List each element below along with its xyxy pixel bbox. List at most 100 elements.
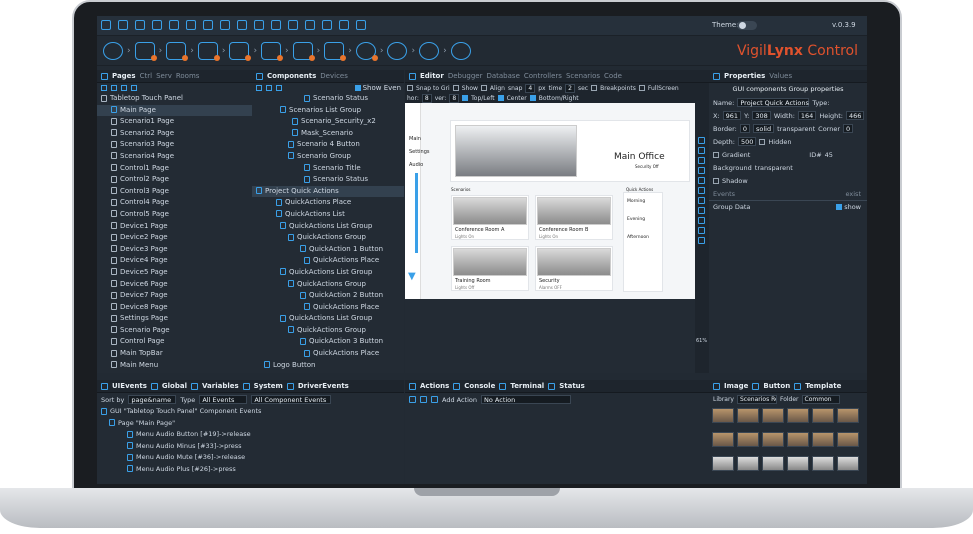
action-select[interactable]: No Action	[481, 395, 572, 404]
tool-6-icon[interactable]	[698, 187, 705, 194]
build-step-icon[interactable]	[355, 42, 378, 61]
page-item[interactable]: Control Page	[97, 336, 252, 348]
tool-8-icon[interactable]	[698, 207, 705, 214]
event-item[interactable]: Menu Audio Minus [#33]->press	[97, 441, 404, 453]
tool-1-icon[interactable]	[698, 137, 705, 144]
component-item[interactable]: QuickActions Place	[252, 255, 404, 267]
link-step-icon[interactable]	[324, 42, 347, 61]
room-card[interactable]: Security Alarms OFF	[535, 246, 613, 291]
page-item[interactable]: Main Page	[97, 104, 252, 117]
gui-step-icon[interactable]	[292, 42, 315, 61]
page-item[interactable]: Scenario4 Page	[97, 151, 252, 163]
show-group-checkbox[interactable]	[836, 204, 843, 210]
component-item[interactable]: Scenario 4 Button	[252, 139, 404, 151]
page-item[interactable]: Scenario2 Page	[97, 128, 252, 140]
page-item[interactable]: Control4 Page	[97, 197, 252, 209]
room-card[interactable]: Conference Room A Lights On	[451, 195, 529, 240]
page-item[interactable]: Control2 Page	[97, 174, 252, 186]
library-thumbnail[interactable]	[737, 432, 759, 447]
library-thumbnail[interactable]	[762, 408, 784, 423]
tab-properties[interactable]: Properties	[724, 72, 765, 80]
delete-page-icon[interactable]	[121, 85, 127, 91]
tool-9-icon[interactable]	[698, 217, 705, 224]
component-item[interactable]: QuickActions List Group	[252, 221, 404, 233]
library-thumbnail[interactable]	[787, 432, 809, 447]
add-action-button[interactable]: Add Action	[442, 396, 477, 404]
border-style-select[interactable]: solid	[753, 124, 775, 133]
center-checkbox[interactable]	[497, 95, 504, 101]
library-select[interactable]: Scenarios Ro	[736, 395, 777, 404]
component-item[interactable]: QuickActions Place	[252, 302, 404, 314]
page-item[interactable]: Main TopBar	[97, 348, 252, 360]
tab-debugger[interactable]: Debugger	[448, 72, 483, 80]
page-item[interactable]: Control3 Page	[97, 186, 252, 198]
component-item[interactable]: QuickAction 3 Button	[252, 336, 404, 348]
background-select[interactable]: transparent	[755, 164, 793, 172]
export-icon[interactable]	[186, 20, 196, 30]
page-item[interactable]: Scenario3 Page	[97, 139, 252, 151]
component-item[interactable]: QuickActions Group	[252, 232, 404, 244]
tab-system[interactable]: System	[254, 382, 283, 390]
tab-driverevents[interactable]: DriverEvents	[298, 382, 349, 390]
tab-controllers[interactable]: Controllers	[524, 72, 562, 80]
driver-step-icon[interactable]	[197, 42, 220, 61]
y-input[interactable]: 308	[752, 111, 771, 120]
event-item[interactable]: Menu Audio Button [#19]->release	[97, 429, 404, 441]
page-item[interactable]: Device7 Page	[97, 290, 252, 302]
tab-status[interactable]: Status	[559, 382, 585, 390]
add-component-icon[interactable]	[256, 85, 262, 91]
page-item[interactable]: Device4 Page	[97, 255, 252, 267]
copy-page-icon[interactable]	[111, 85, 117, 91]
tool-4-icon[interactable]	[698, 167, 705, 174]
download-icon[interactable]	[339, 20, 349, 30]
library-thumbnail[interactable]	[737, 456, 759, 471]
tab-console[interactable]: Console	[464, 382, 495, 390]
library-thumbnail[interactable]	[712, 408, 734, 423]
show-events-checkbox[interactable]	[354, 85, 361, 91]
component-item[interactable]: Project Quick Actions	[252, 185, 404, 198]
open-icon[interactable]	[135, 20, 145, 30]
time-input[interactable]: 2	[565, 83, 575, 93]
bottom-right-checkbox[interactable]	[529, 95, 536, 101]
component-filter-select[interactable]: All Component Events	[251, 395, 332, 404]
save-icon[interactable]	[152, 20, 162, 30]
component-item[interactable]: Scenarios List Group	[252, 105, 404, 117]
library-thumbnail[interactable]	[762, 432, 784, 447]
event-item[interactable]: Menu Audio Plus [#26]->press	[97, 464, 404, 476]
library-thumbnail[interactable]	[837, 432, 859, 447]
tab-image[interactable]: Image	[724, 382, 748, 390]
tab-rooms[interactable]: Rooms	[176, 72, 200, 80]
upload-step-icon[interactable]	[419, 42, 440, 60]
home-icon[interactable]	[101, 20, 111, 30]
name-input[interactable]: Project Quick Actions	[737, 98, 810, 107]
ver-input[interactable]: 8	[449, 93, 460, 103]
show-checkbox[interactable]	[452, 85, 459, 91]
add-step-icon[interactable]	[103, 42, 123, 60]
tab-components[interactable]: Components	[267, 72, 316, 80]
page-item[interactable]: Scenario1 Page	[97, 116, 252, 128]
component-item[interactable]: QuickActions Place	[252, 197, 404, 209]
new-icon[interactable]	[118, 20, 128, 30]
component-item[interactable]: QuickActions List Group	[252, 313, 404, 325]
depth-input[interactable]: 500	[738, 137, 757, 146]
controller-step-icon[interactable]	[134, 42, 157, 61]
library-thumbnail[interactable]	[787, 408, 809, 423]
group-data-row[interactable]: Group Data show	[709, 200, 867, 213]
theme-toggle[interactable]	[737, 21, 757, 30]
room-card[interactable]: Conference Room B Lights On	[535, 195, 613, 240]
page-item[interactable]: Device6 Page	[97, 279, 252, 291]
library-thumbnail[interactable]	[712, 432, 734, 447]
tab-database[interactable]: Database	[486, 72, 519, 80]
component-item[interactable]: Scenario Title	[252, 163, 404, 175]
tab-variables[interactable]: Variables	[202, 382, 239, 390]
action-tool-2-icon[interactable]	[420, 396, 427, 403]
event-item[interactable]: Menu Audio Mute [#36]->release	[97, 452, 404, 464]
border-input[interactable]: 0	[739, 124, 751, 133]
tool-5-icon[interactable]	[698, 177, 705, 184]
snap-input[interactable]: 4	[525, 83, 536, 93]
redo-icon[interactable]	[305, 20, 315, 30]
tab-editor[interactable]: Editor	[420, 72, 444, 80]
gradient-checkbox[interactable]	[713, 151, 719, 158]
page-item[interactable]: Settings Page	[97, 313, 252, 325]
tab-global[interactable]: Global	[162, 382, 187, 390]
